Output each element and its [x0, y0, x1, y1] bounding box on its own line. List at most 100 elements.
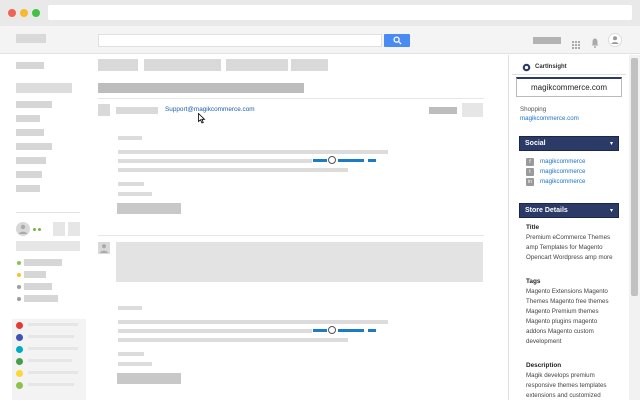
contact-status-icon: [17, 273, 21, 277]
sidebar-item[interactable]: [16, 185, 40, 192]
store-details-section-header[interactable]: Store Details ▾: [519, 203, 619, 218]
address-bar[interactable]: [48, 5, 632, 20]
sidebar-item[interactable]: [16, 157, 46, 164]
chat-avatar[interactable]: [16, 334, 23, 341]
hangouts-action-placeholder[interactable]: [53, 222, 65, 236]
body-line: [118, 136, 142, 140]
attachment-button-placeholder[interactable]: [117, 203, 181, 214]
body-line: [118, 182, 144, 186]
reply-button-placeholder[interactable]: [462, 103, 483, 117]
contact-status-icon: [17, 261, 21, 265]
notifications-bell-icon[interactable]: [591, 35, 599, 48]
avatar[interactable]: [608, 33, 622, 47]
social-label: magikcommerce: [540, 158, 586, 165]
maximize-window-dot[interactable]: [32, 9, 40, 17]
sender-name-placeholder[interactable]: [116, 107, 158, 114]
status-dot-icon: [33, 228, 36, 231]
linkedin-icon: in: [526, 177, 534, 186]
toolbar-button-placeholder[interactable]: [226, 59, 288, 71]
chat-item[interactable]: [28, 371, 78, 374]
search-input[interactable]: [98, 34, 382, 47]
domain-display: magikcommerce.com: [516, 77, 622, 97]
attachment-button-placeholder[interactable]: [117, 373, 181, 384]
contact-item[interactable]: [24, 271, 46, 278]
social-section-header[interactable]: Social ▾: [519, 136, 619, 151]
link-line[interactable]: [313, 159, 327, 162]
reply-avatar: [98, 242, 110, 254]
store-details-heading: Store Details: [525, 207, 568, 214]
store-tags-value: Magento Extensions Magento Themes Magent…: [526, 288, 609, 345]
sidebar-item[interactable]: [16, 171, 42, 178]
emoji-icon: [328, 156, 336, 164]
chat-avatar[interactable]: [16, 370, 23, 377]
toolbar-button-placeholder[interactable]: [144, 59, 221, 71]
sidebar-item[interactable]: [16, 143, 52, 150]
apps-grid-icon[interactable]: [572, 36, 580, 49]
store-description-label: Description: [526, 362, 562, 369]
chat-item[interactable]: [28, 335, 74, 338]
social-link-twitter[interactable]: t magikcommerce: [526, 167, 585, 176]
social-link-facebook[interactable]: f magikcommerce: [526, 157, 585, 166]
link-line[interactable]: [368, 159, 376, 162]
body-line: [118, 352, 144, 356]
store-title-label: Title: [526, 224, 540, 231]
chat-avatar[interactable]: [16, 322, 23, 329]
hangouts-search-placeholder[interactable]: [16, 241, 80, 251]
body-line: [118, 320, 388, 324]
link-line[interactable]: [368, 329, 376, 332]
link-line[interactable]: [313, 329, 327, 332]
scrollbar-thumb[interactable]: [631, 58, 638, 296]
minimize-window-dot[interactable]: [20, 9, 28, 17]
chat-item[interactable]: [28, 323, 78, 326]
store-description-value: Magik develops premium responsive themes…: [526, 372, 607, 399]
compose-button-placeholder[interactable]: [16, 62, 44, 69]
sidebar-item[interactable]: [16, 101, 52, 108]
facebook-icon: f: [526, 157, 534, 166]
link-line[interactable]: [338, 159, 364, 162]
chat-avatar[interactable]: [16, 358, 23, 365]
sidebar-item[interactable]: [16, 115, 40, 122]
emoji-icon: [328, 326, 336, 334]
search-icon: [392, 36, 402, 45]
chat-item[interactable]: [28, 347, 78, 350]
chevron-down-icon: ▾: [609, 141, 613, 147]
message-date-placeholder: [429, 107, 457, 114]
social-heading: Social: [525, 140, 546, 147]
body-line: [118, 362, 152, 366]
toolbar-button-placeholder[interactable]: [98, 59, 138, 71]
status-dot-icon: [38, 228, 41, 231]
shopping-link[interactable]: magikcommerce.com: [520, 115, 579, 122]
social-label: magikcommerce: [540, 168, 586, 175]
sidebar-item-inbox[interactable]: [16, 83, 72, 93]
chat-item[interactable]: [28, 383, 74, 386]
search-button[interactable]: [384, 34, 410, 47]
toolbar-button-placeholder[interactable]: [291, 59, 328, 71]
body-line: [118, 150, 388, 154]
panel-title: CartInsight: [535, 64, 567, 70]
close-window-dot[interactable]: [8, 9, 16, 17]
contact-status-icon: [17, 285, 21, 289]
reply-box[interactable]: [116, 242, 483, 282]
contact-item[interactable]: [24, 283, 52, 290]
hangouts-action-placeholder[interactable]: [68, 222, 80, 236]
divider: [16, 212, 80, 213]
contact-item[interactable]: [24, 259, 62, 266]
sender-avatar[interactable]: [98, 104, 110, 116]
sender-email-link[interactable]: Support@magikcommerce.com: [165, 106, 255, 113]
social-link-linkedin[interactable]: in magikcommerce: [526, 177, 585, 186]
link-line[interactable]: [338, 329, 364, 332]
store-tags-label: Tags: [526, 278, 541, 285]
hangouts-avatar[interactable]: [16, 222, 30, 236]
shopping-label: Shopping: [520, 106, 547, 113]
app-logo-placeholder: [16, 34, 46, 43]
mouse-cursor-icon: [198, 113, 206, 124]
chat-avatar[interactable]: [16, 346, 23, 353]
contact-status-icon: [17, 297, 21, 301]
chat-avatar[interactable]: [16, 382, 23, 389]
divider: [98, 235, 484, 236]
contact-item[interactable]: [24, 295, 58, 302]
body-line: [118, 338, 348, 342]
chat-item[interactable]: [28, 359, 72, 362]
body-line: [118, 159, 312, 163]
sidebar-item[interactable]: [16, 129, 44, 136]
